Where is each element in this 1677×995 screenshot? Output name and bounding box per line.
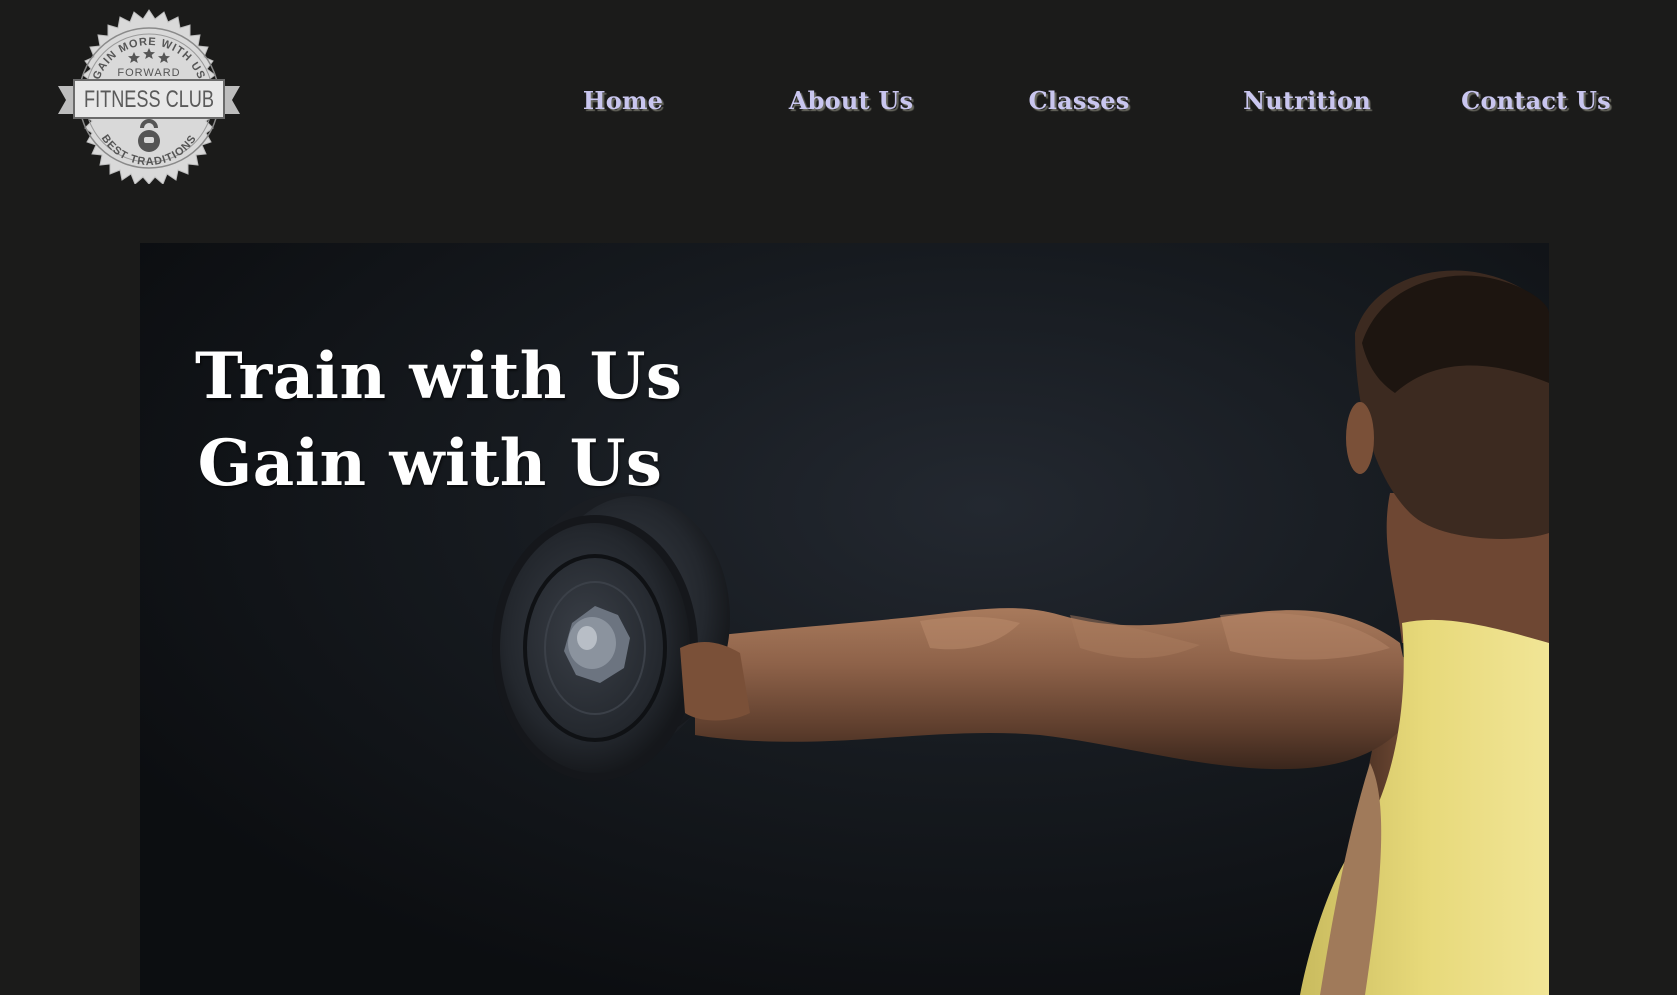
nav-item-contact-us[interactable]: Contact Us (1461, 86, 1611, 115)
nav-item-classes[interactable]: Classes (1029, 86, 1130, 115)
hero-banner: Train with Us Gain with Us (140, 243, 1549, 995)
main-nav: Home About Us Classes Nutrition Contact … (0, 86, 1677, 126)
logo-small-text: FORWARD (117, 67, 180, 79)
page: GAIN MORE WITH US BEST TRADITIONS FORWAR… (0, 0, 1677, 995)
nav-item-about-us[interactable]: About Us (789, 86, 913, 115)
headline-line-1: Train with Us (195, 339, 683, 414)
nav-item-nutrition[interactable]: Nutrition (1243, 86, 1371, 115)
nav-item-home[interactable]: Home (583, 86, 663, 115)
site-header: GAIN MORE WITH US BEST TRADITIONS FORWAR… (0, 0, 1677, 243)
headline-line-2: Gain with Us (197, 426, 663, 501)
hero-headline: Train with Us Gain with Us (195, 333, 683, 507)
